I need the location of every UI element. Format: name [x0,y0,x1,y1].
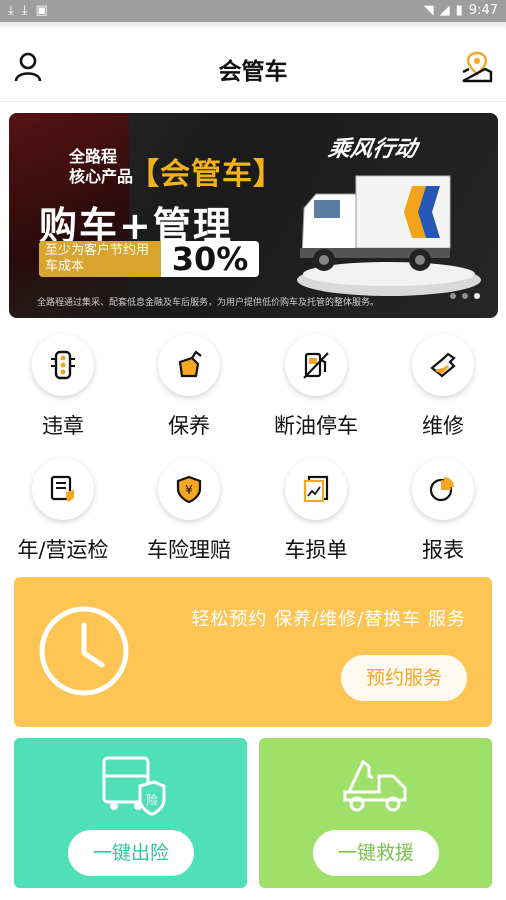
quick-menu-label: 保养 [168,414,210,438]
booking-panel: 轻松预约 保养/维修/替换车 服务 预约服务 [14,577,492,727]
traffic-light-icon [32,334,94,396]
carousel-dot[interactable] [462,293,468,299]
truck-illustration [297,175,481,296]
quick-menu-label: 断油停车 [274,414,358,438]
banner-pill-percent: 30% [171,241,249,277]
insurance-shield-icon: ¥ [158,458,220,520]
banner-footer: 全路程通过集采、配套低息金融及车后服务，为用户提供低价购车及托管的整体服务。 [37,298,380,308]
wifi-icon: ◥ [423,3,434,18]
banner-pill-text: 至少为客户节约用车成本 [39,241,161,277]
image-icon: ▣ [35,3,48,18]
fuel-stop-icon [285,334,347,396]
notification-icons: ⤓ ⤓ ▣ [8,3,48,18]
booking-description: 轻松预约 保养/维修/替换车 服务 [191,609,466,630]
roadside-rescue-button[interactable]: 一键救援 [313,830,439,876]
banner-pill: 至少为客户节约用车成本 30% [39,241,259,277]
quick-menu-item[interactable]: 年/营运检 [0,458,126,564]
quick-menu-item[interactable]: 报表 [380,458,506,564]
quick-menu-label: 年/营运检 [17,538,109,562]
roadside-rescue-card[interactable]: 一键救援 [259,738,492,888]
truck-insurance-icon: 险 [102,756,166,816]
download-icon: ⤓ [21,3,28,18]
signal-icon: ◢ [439,3,450,18]
svg-text:¥: ¥ [185,483,193,497]
quick-menu-item[interactable]: 维修 [380,334,506,440]
clock-time: 9:47 [468,3,498,18]
inspection-doc-icon [32,458,94,520]
book-service-button[interactable]: 预约服务 [341,655,467,701]
quick-menu-label: 维修 [422,414,464,438]
page-title: 会管车 [218,59,288,85]
banner-line1: 全路程 [69,147,118,166]
carousel-dot[interactable] [450,293,456,299]
divider [0,22,506,30]
banner-slogan: 乘风行动 [326,137,419,162]
status-bar: ⤓ ⤓ ▣ ◥ ◢ ▮ 9:47 [0,0,506,22]
clock-icon [39,606,129,696]
quick-menu-item[interactable]: 断油停车 [253,334,379,440]
quick-menu-item[interactable]: ¥ 车险理赔 [126,458,252,564]
tow-truck-icon [343,759,407,812]
pie-chart-icon [412,458,474,520]
report-accident-card[interactable]: 险 一键出险 [14,738,247,888]
quick-menu-item[interactable]: 车损单 [253,458,379,564]
report-accident-button[interactable]: 一键出险 [68,830,194,876]
banner-line2: 核心产品 [69,167,134,186]
download-icon: ⤓ [8,3,14,18]
system-icons: ◥ ◢ ▮ 9:47 [424,3,498,18]
carousel-dots[interactable] [450,293,480,299]
quick-menu-label: 车损单 [284,538,348,562]
quick-menu-label: 车险理赔 [147,538,231,562]
quick-menu-item[interactable]: 保养 [126,334,252,440]
carousel-dot[interactable] [474,293,480,299]
svg-text:险: 险 [146,792,158,807]
banner-brand: 【会管车】 [129,157,284,192]
oil-can-icon [158,334,220,396]
map-location-icon[interactable] [460,50,494,84]
app-bar: 会管车 [0,30,506,102]
battery-icon: ▮ [455,3,463,18]
banner-line: 全路程 核心产品 [69,147,133,187]
quick-menu-label: 报表 [422,538,464,562]
promo-banner[interactable]: 全路程 核心产品 【会管车】 购车+管理 至少为客户节约用车成本 30% 乘风行… [9,113,498,318]
quick-menu-label: 违章 [42,414,84,438]
wrench-icon [412,334,474,396]
quick-menu-item[interactable]: 违章 [0,334,126,440]
damage-report-icon [285,458,347,520]
